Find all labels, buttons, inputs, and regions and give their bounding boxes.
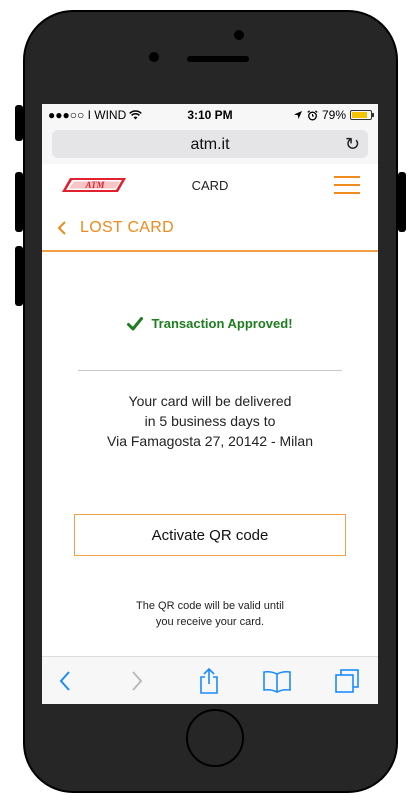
location-arrow-icon [293, 111, 302, 119]
address-bar[interactable]: atm.it ↻ [52, 130, 368, 158]
volume-down-button [15, 246, 23, 306]
page-subheader: LOST CARD [42, 206, 378, 252]
front-camera [149, 52, 159, 62]
mute-switch [15, 105, 23, 141]
browser-address-area: atm.it ↻ [42, 126, 378, 164]
page-title: LOST CARD [80, 219, 174, 236]
delivery-info: Your card will be delivered in 5 busines… [42, 391, 378, 451]
status-bar: ●●●○○ I WIND 3:10 PM 79% [42, 104, 378, 126]
url-text: atm.it [190, 136, 230, 153]
tabs-button[interactable] [332, 667, 362, 695]
divider [78, 370, 342, 371]
delivery-line: in 5 business days to [144, 413, 276, 429]
back-chevron-icon[interactable] [56, 220, 68, 236]
app-header: ATM CARD [42, 164, 378, 206]
reload-icon[interactable]: ↻ [345, 134, 360, 155]
front-sensor-dot [234, 30, 244, 40]
earpiece-speaker [187, 56, 249, 62]
forward-arrow-icon [132, 671, 143, 691]
menu-icon[interactable] [334, 176, 360, 194]
qr-validity-note: The QR code will be valid until you rece… [42, 598, 378, 630]
alarm-clock-icon [307, 109, 318, 120]
browser-toolbar [42, 656, 378, 704]
back-button[interactable] [50, 667, 80, 695]
transaction-approved-text: Transaction Approved! [151, 316, 293, 331]
bookmarks-button[interactable] [262, 667, 292, 695]
header-title: CARD [191, 178, 229, 193]
tabs-icon [335, 669, 359, 693]
share-button[interactable] [194, 667, 224, 695]
screen: ●●●○○ I WIND 3:10 PM 79% atm.it ↻ ATM CA… [42, 104, 378, 704]
home-button[interactable] [186, 709, 244, 767]
transaction-status: Transaction Approved! [42, 316, 378, 331]
status-right: 79% [293, 108, 374, 122]
battery-percent: 79% [321, 108, 346, 122]
back-arrow-icon [59, 671, 70, 691]
checkmark-icon [127, 316, 144, 330]
share-icon [200, 667, 218, 694]
power-button [398, 172, 406, 232]
volume-up-button [15, 172, 23, 232]
qr-note-line: you receive your card. [155, 616, 265, 628]
delivery-address: Via Famagosta 27, 20142 - Milan [107, 433, 313, 449]
forward-button[interactable] [122, 667, 152, 695]
activate-qr-code-button[interactable]: Activate QR code [74, 514, 346, 556]
delivery-line: Your card will be delivered [128, 393, 292, 409]
bookmarks-book-icon [263, 670, 291, 693]
qr-note-line: The QR code will be valid until [136, 600, 284, 612]
battery-icon [350, 110, 374, 120]
